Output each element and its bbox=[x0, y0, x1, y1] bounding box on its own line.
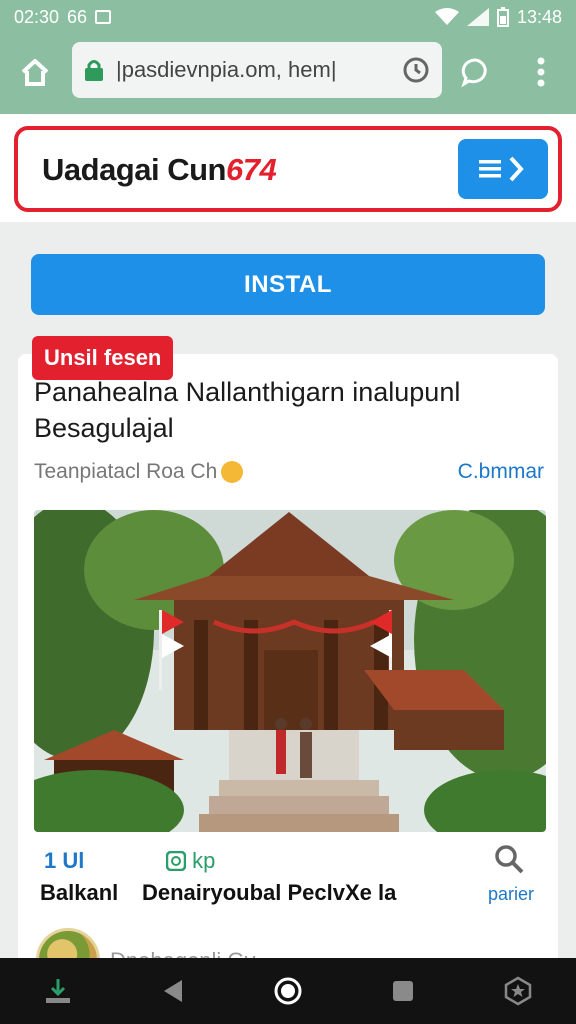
nav-extra-right[interactable] bbox=[498, 971, 538, 1011]
label-1: Balkanl bbox=[40, 880, 119, 905]
recents-icon bbox=[393, 981, 414, 1001]
home-icon[interactable] bbox=[20, 58, 50, 88]
home-circle-icon bbox=[274, 977, 302, 1005]
article-title[interactable]: Panahealna Nallanthigarn inalupunl Besag… bbox=[34, 374, 544, 446]
notification-icon bbox=[95, 10, 112, 24]
nav-home[interactable] bbox=[268, 971, 308, 1011]
browser-toolbar: |pasdievnpia.om, hem| bbox=[0, 34, 576, 114]
lock-icon bbox=[85, 60, 103, 81]
site-title[interactable]: Uadagai Cun674 bbox=[42, 152, 277, 188]
article-meta-text: Teanpiatacl Roa Ch bbox=[34, 460, 218, 483]
stat-count-1: 1 Ul bbox=[44, 848, 85, 873]
menu-button[interactable] bbox=[458, 139, 548, 199]
traditional-house-image bbox=[34, 510, 546, 832]
whatsapp-icon bbox=[165, 850, 187, 872]
download-icon bbox=[45, 979, 70, 1003]
status-bar: 02:30 66 13:48 bbox=[0, 0, 576, 34]
signal-icon bbox=[466, 8, 489, 26]
status-time-right: 13:48 bbox=[516, 6, 562, 27]
url-text: |pasdievnpia.om, hem| bbox=[116, 57, 337, 82]
article-card[interactable]: Unsil fesen Panahealna Nallanthigarn ina… bbox=[18, 336, 558, 992]
article-photo[interactable] bbox=[34, 510, 546, 832]
back-icon bbox=[163, 980, 182, 1002]
star-badge-icon bbox=[505, 976, 532, 1006]
header-highlight-box: Uadagai Cun674 bbox=[14, 126, 562, 212]
label-2: Denairyoubal PeclvXe la bbox=[142, 880, 397, 905]
nav-extra-left[interactable] bbox=[38, 971, 78, 1011]
smiley-icon bbox=[221, 461, 244, 483]
system-navigation-bar bbox=[0, 958, 576, 1024]
page-content: Uadagai Cun674 INSTAL Unsil fesen Panahe… bbox=[0, 114, 576, 992]
battery-icon bbox=[496, 7, 509, 27]
article-link[interactable]: C.bmmar bbox=[458, 460, 544, 484]
address-bar[interactable]: |pasdievnpia.om, hem| bbox=[72, 42, 442, 98]
menu-arrow-icon bbox=[479, 156, 524, 182]
label-3[interactable]: parier bbox=[488, 884, 534, 905]
status-label-left: 66 bbox=[67, 6, 88, 27]
chat-icon[interactable] bbox=[460, 56, 492, 88]
nav-back[interactable] bbox=[153, 971, 193, 1011]
stat-count-2: kp bbox=[165, 848, 215, 874]
status-time-left: 02:30 bbox=[14, 6, 60, 27]
site-header: Uadagai Cun674 bbox=[0, 114, 576, 222]
wifi-icon bbox=[434, 8, 459, 25]
more-options-icon[interactable] bbox=[536, 56, 546, 88]
article-meta: Teanpiatacl Roa Ch bbox=[34, 460, 244, 484]
nav-recents[interactable] bbox=[383, 971, 423, 1011]
install-button[interactable]: INSTAL bbox=[31, 254, 545, 315]
search-icon[interactable] bbox=[494, 844, 524, 874]
reload-icon[interactable] bbox=[402, 56, 430, 84]
